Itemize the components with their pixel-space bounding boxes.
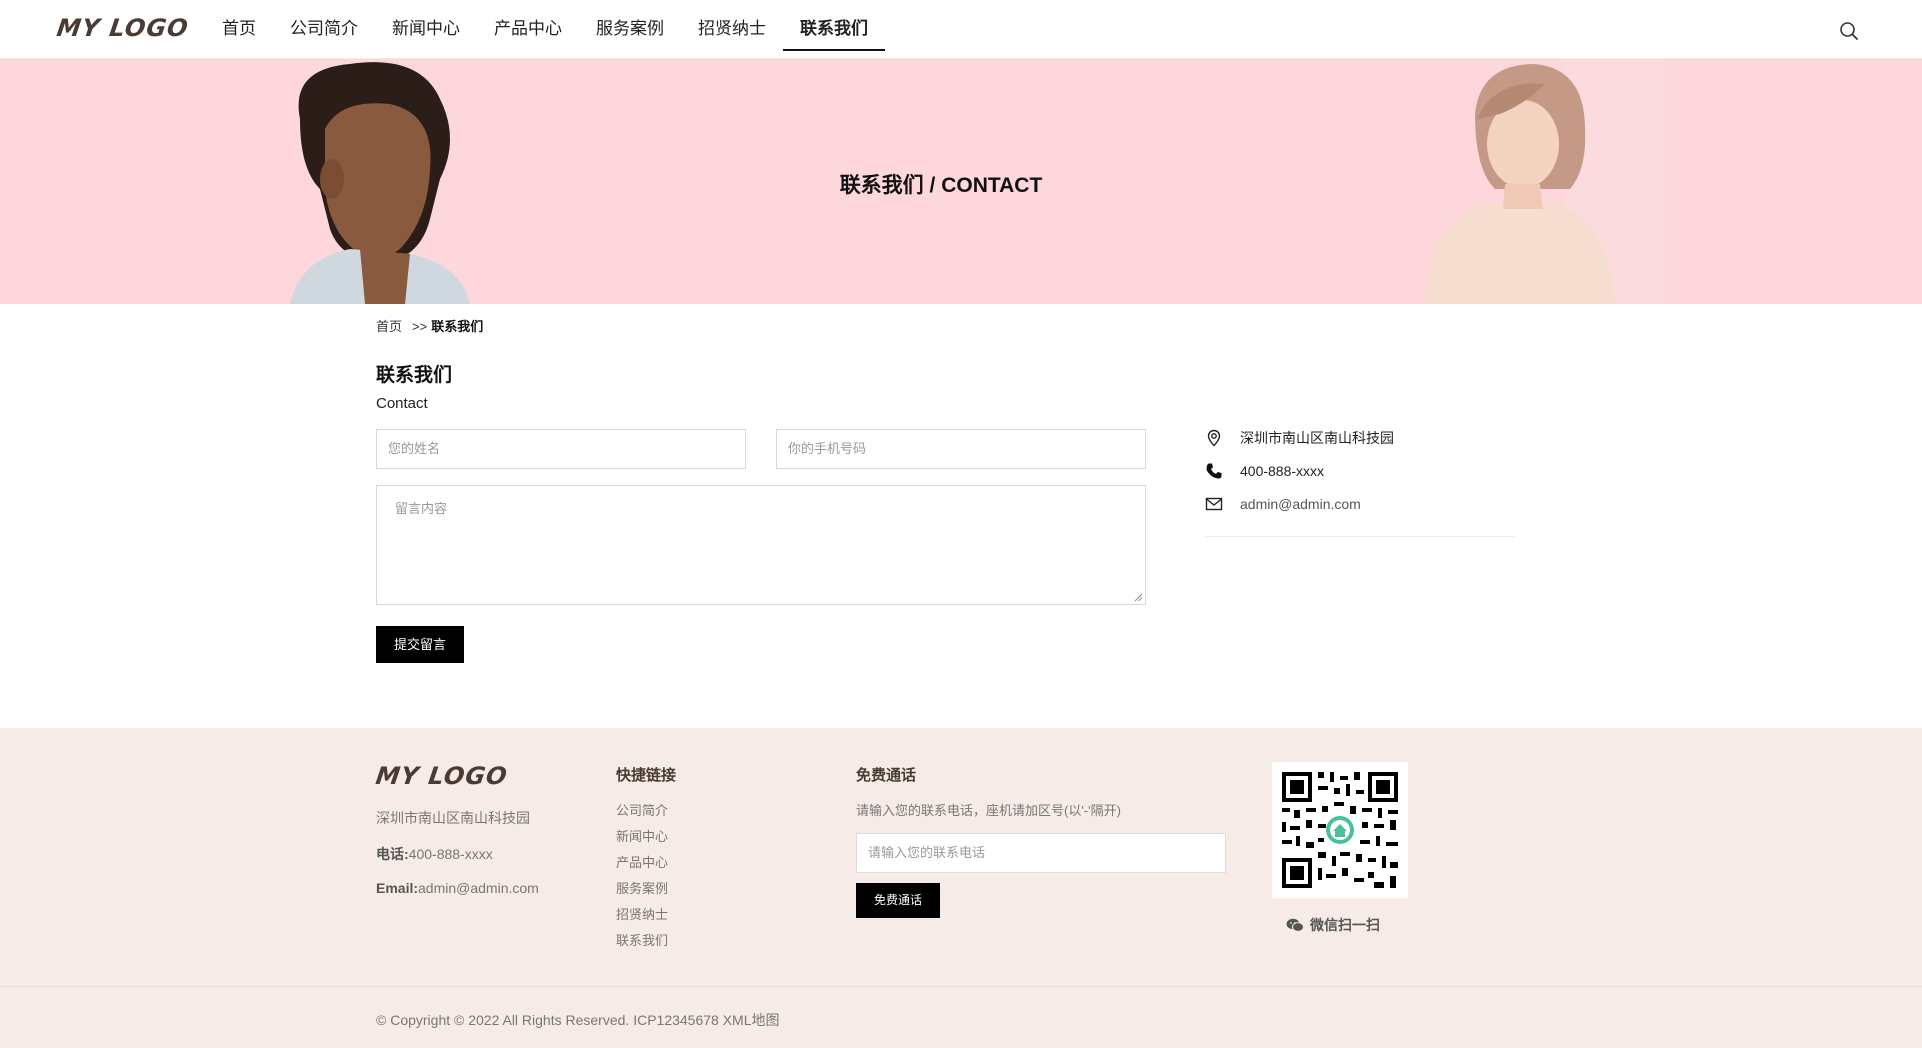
contact-divider	[1205, 536, 1515, 537]
contact-address: 深圳市南山区南山科技园	[1240, 429, 1394, 446]
nav-item-home[interactable]: 首页	[205, 0, 273, 59]
search-icon[interactable]	[1838, 20, 1860, 42]
nav-item-news[interactable]: 新闻中心	[375, 0, 477, 59]
contact-email-row: admin@admin.com	[1205, 487, 1515, 520]
breadcrumb-current: 联系我们	[431, 319, 484, 334]
footer-email-value[interactable]: admin@admin.com	[418, 880, 539, 896]
phone-icon	[1206, 463, 1222, 478]
nav-item-about[interactable]: 公司简介	[273, 0, 375, 59]
breadcrumb-separator: >>	[412, 319, 428, 334]
footer-email: Email:admin@admin.com	[376, 880, 539, 896]
breadcrumb-home[interactable]: 首页	[376, 319, 402, 334]
message-textarea[interactable]: 留言内容	[376, 485, 1146, 605]
nav-item-contact[interactable]: 联系我们	[783, 0, 885, 59]
nav-item-jobs[interactable]: 招贤纳士	[681, 0, 783, 59]
footer-email-label: Email:	[376, 880, 419, 896]
section-title: 联系我们	[376, 365, 453, 386]
footer-link-news[interactable]: 新闻中心	[616, 824, 668, 850]
site-logo[interactable]: MY LOGO	[55, 14, 190, 42]
footer-link-about[interactable]: 公司简介	[616, 798, 668, 824]
footer-link-jobs[interactable]: 招贤纳士	[616, 902, 668, 928]
footer-divider	[0, 986, 1922, 987]
site-footer: MY LOGO 深圳市南山区南山科技园 电话:400-888-xxxx Emai…	[0, 728, 1922, 1048]
section-subtitle: Contact	[376, 395, 428, 412]
callback-phone-input[interactable]: 请输入您的联系电话	[856, 833, 1226, 873]
nav-item-cases[interactable]: 服务案例	[579, 0, 681, 59]
breadcrumb: 首页 >> 联系我们	[376, 316, 483, 335]
message-placeholder: 留言内容	[395, 501, 448, 516]
footer-call-title: 免费通话	[856, 767, 917, 784]
footer-links: 公司简介 新闻中心 产品中心 服务案例 招贤纳士 联系我们	[616, 798, 668, 954]
resize-handle-icon[interactable]	[1134, 593, 1143, 602]
footer-link-contact[interactable]: 联系我们	[616, 928, 668, 954]
footer-phone-label: 电话:	[376, 846, 409, 862]
contact-address-row: 深圳市南山区南山科技园	[1205, 421, 1515, 454]
footer-address: 深圳市南山区南山科技园	[376, 810, 530, 826]
main-nav: 首页 公司简介 新闻中心 产品中心 服务案例 招贤纳士 联系我们	[205, 0, 885, 59]
footer-logo[interactable]: MY LOGO	[374, 762, 509, 790]
nav-item-products[interactable]: 产品中心	[477, 0, 579, 59]
copyright-text: © Copyright © 2022 All Rights Reserved. …	[376, 1012, 780, 1028]
envelope-icon	[1205, 497, 1223, 510]
footer-link-cases[interactable]: 服务案例	[616, 876, 668, 902]
footer-links-title: 快捷链接	[616, 767, 677, 784]
footer-link-products[interactable]: 产品中心	[616, 850, 668, 876]
banner-title-text: 联系我们 / CONTACT	[839, 174, 1043, 197]
submit-message-button[interactable]: 提交留言	[376, 626, 464, 663]
wechat-qr-code	[1272, 762, 1408, 898]
location-pin-icon	[1207, 429, 1221, 446]
footer-phone-value: 400-888-xxxx	[408, 846, 493, 862]
contact-phone: 400-888-xxxx	[1240, 462, 1325, 479]
name-input[interactable]: 您的姓名	[376, 429, 746, 469]
contact-email[interactable]: admin@admin.com	[1240, 496, 1361, 512]
contact-phone-row: 400-888-xxxx	[1205, 454, 1515, 487]
phone-input[interactable]: 你的手机号码	[776, 429, 1146, 469]
footer-call-description: 请输入您的联系电话，座机请加区号(以'-'隔开)	[856, 803, 1121, 818]
qr-caption: 微信扫一扫	[1286, 915, 1380, 935]
free-call-button[interactable]: 免费通话	[856, 883, 940, 918]
wechat-icon	[1286, 918, 1304, 932]
qr-caption-text: 微信扫一扫	[1310, 917, 1380, 933]
banner-person-right-image	[1425, 59, 1665, 304]
qr-code-image	[1278, 768, 1402, 892]
contact-info: 深圳市南山区南山科技园 400-888-xxxx admin@admin.com	[1205, 421, 1515, 537]
footer-phone: 电话:400-888-xxxx	[376, 844, 493, 864]
page-banner: 联系我们 / CONTACT	[0, 59, 1922, 304]
site-header: MY LOGO 首页 公司简介 新闻中心 产品中心 服务案例 招贤纳士 联系我们	[0, 0, 1922, 59]
